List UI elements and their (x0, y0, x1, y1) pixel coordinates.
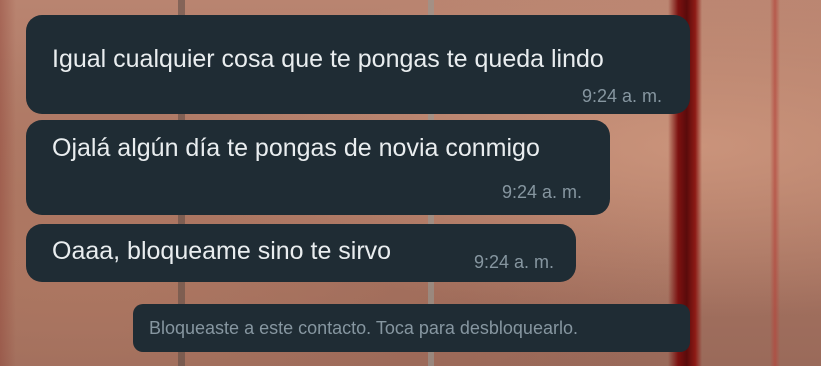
incoming-message-bubble[interactable]: Oaaa, bloqueame sino te sirvo 9:24 a. m. (26, 224, 576, 282)
blocked-contact-notice: Bloqueaste a este contacto. Toca para de… (149, 318, 578, 338)
message-timestamp: 9:24 a. m. (581, 86, 662, 106)
wallpaper-decoration (0, 0, 16, 366)
message-text: Ojalá algún día te pongas de novia conmi… (52, 134, 540, 162)
blocked-contact-banner[interactable]: Bloqueaste a este contacto. Toca para de… (133, 304, 690, 352)
wallpaper-decoration (770, 0, 780, 366)
message-text: Igual cualquier cosa que te pongas te qu… (52, 45, 604, 73)
incoming-message-bubble[interactable]: Ojalá algún día te pongas de novia conmi… (26, 120, 610, 215)
message-timestamp: 9:24 a. m. (501, 182, 582, 202)
message-timestamp: 9:24 a. m. (473, 252, 554, 272)
message-text: Oaaa, bloqueame sino te sirvo (52, 237, 392, 265)
incoming-message-bubble[interactable]: Igual cualquier cosa que te pongas te qu… (26, 15, 690, 114)
